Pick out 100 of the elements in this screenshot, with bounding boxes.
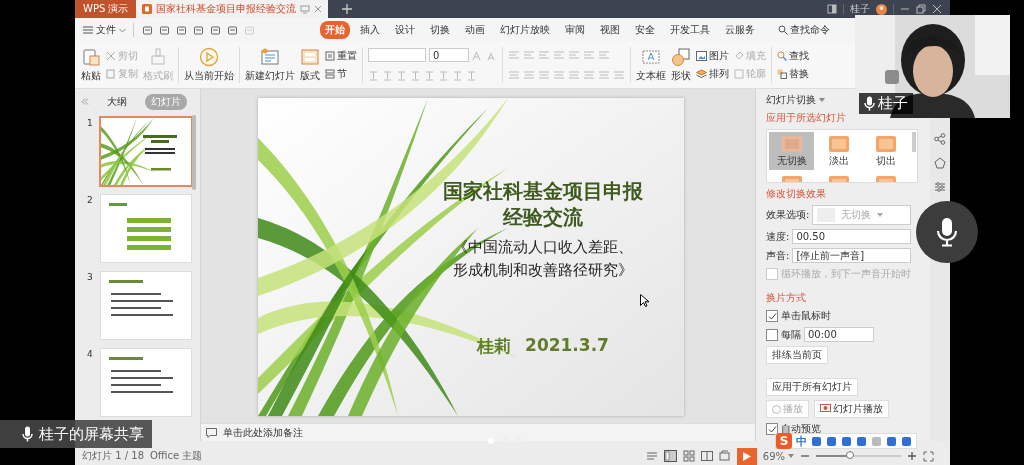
slider-thumb[interactable] bbox=[846, 451, 854, 459]
font-size-field[interactable]: 0 bbox=[429, 48, 469, 62]
replace-button[interactable]: 替换 bbox=[777, 67, 809, 81]
ribbon-tab[interactable]: 视图 bbox=[595, 21, 625, 39]
open-icon[interactable] bbox=[142, 24, 153, 36]
slideshow-button[interactable]: 幻灯片播放 bbox=[814, 400, 889, 418]
presenter-view-icon[interactable] bbox=[718, 450, 731, 462]
italic-icon[interactable] bbox=[382, 69, 393, 81]
grid-view-icon[interactable] bbox=[682, 450, 695, 462]
text-box-button[interactable]: 文本框 bbox=[636, 47, 666, 83]
notes-field[interactable]: 单击此处添加备注 bbox=[201, 423, 755, 441]
slide-thumbnail[interactable] bbox=[101, 272, 191, 339]
transition-option[interactable]: 无切换 bbox=[769, 132, 815, 170]
speed-field[interactable]: 00.50 bbox=[792, 229, 911, 244]
align-left-icon[interactable] bbox=[508, 69, 520, 81]
increase-indent-icon[interactable] bbox=[553, 49, 565, 61]
fit-window-icon[interactable] bbox=[923, 450, 934, 462]
strikethrough-icon[interactable] bbox=[410, 69, 421, 81]
undo-icon[interactable] bbox=[227, 24, 238, 36]
transition-option[interactable]: 淡出 bbox=[816, 132, 862, 170]
font-name-field[interactable] bbox=[368, 48, 426, 62]
slide-thumbnail[interactable] bbox=[101, 349, 191, 416]
ribbon-tab[interactable]: 切换 bbox=[425, 21, 455, 39]
collapse-icon[interactable] bbox=[81, 98, 89, 105]
avatar-icon[interactable] bbox=[876, 3, 887, 15]
panel-tab[interactable]: 大纲 bbox=[101, 93, 133, 110]
find-button[interactable]: 查找 bbox=[777, 49, 809, 63]
underline-icon[interactable] bbox=[396, 69, 407, 81]
close-icon[interactable] bbox=[314, 5, 323, 13]
line-spacing-icon[interactable] bbox=[568, 49, 580, 61]
superscript-icon[interactable] bbox=[438, 69, 449, 81]
section-button[interactable]: 节 bbox=[325, 67, 357, 81]
ribbon-tab[interactable]: 审阅 bbox=[560, 21, 590, 39]
slide-thumbnail[interactable] bbox=[101, 118, 191, 185]
arrange-button[interactable]: 排列 bbox=[696, 67, 729, 81]
ribbon-tab[interactable]: 安全 bbox=[630, 21, 660, 39]
list-icon[interactable] bbox=[613, 69, 625, 81]
share-icon[interactable] bbox=[934, 133, 946, 145]
align-icon[interactable] bbox=[598, 49, 610, 61]
checkbox[interactable] bbox=[766, 328, 778, 341]
subscript-icon[interactable] bbox=[452, 69, 463, 81]
print-icon[interactable] bbox=[193, 24, 204, 36]
play-from-current-button[interactable]: 从当前开始 bbox=[184, 47, 234, 83]
distribute-icon[interactable] bbox=[568, 69, 580, 81]
new-tab-icon[interactable] bbox=[342, 4, 353, 14]
interval-field[interactable]: 00:00 bbox=[804, 327, 874, 342]
language-mode-button[interactable]: 中 bbox=[796, 433, 807, 449]
rehearse-button[interactable]: 排练当前页 bbox=[766, 346, 828, 364]
ribbon-tab[interactable]: 动画 bbox=[460, 21, 490, 39]
text-direction-icon[interactable] bbox=[598, 69, 610, 81]
print-preview-icon[interactable] bbox=[210, 24, 221, 36]
grid-icon[interactable] bbox=[901, 435, 912, 447]
file-menu[interactable]: 文件 bbox=[83, 23, 126, 37]
notes-toggle-icon[interactable] bbox=[645, 451, 658, 461]
emoji-icon[interactable] bbox=[826, 435, 837, 447]
ribbon-tab[interactable]: 插入 bbox=[355, 21, 385, 39]
restore-icon[interactable] bbox=[916, 4, 926, 14]
ribbon-tab[interactable]: 开发工具 bbox=[665, 21, 715, 39]
ribbon-tab[interactable]: 设计 bbox=[390, 21, 420, 39]
zoom-dropdown[interactable]: 69% bbox=[762, 450, 794, 462]
slideshow-button[interactable] bbox=[736, 447, 757, 465]
save-icon[interactable] bbox=[159, 24, 170, 36]
punctuation-icon[interactable] bbox=[811, 435, 822, 447]
transition-option[interactable]: 切出 bbox=[863, 132, 909, 170]
picture-button[interactable]: 图片 bbox=[696, 49, 729, 63]
window-icon[interactable] bbox=[827, 4, 837, 14]
layout-button[interactable]: 版式 bbox=[300, 47, 320, 83]
decrease-indent-icon[interactable] bbox=[538, 49, 550, 61]
new-slide-button[interactable]: 新建幻灯片 bbox=[245, 47, 295, 83]
app-tab[interactable]: WPS 演示 bbox=[75, 0, 137, 18]
microphone-icon[interactable] bbox=[841, 435, 852, 447]
zoom-in-icon[interactable] bbox=[907, 451, 917, 461]
settings-icon[interactable] bbox=[934, 181, 946, 193]
slide-thumbnail[interactable] bbox=[101, 195, 191, 262]
reset-button[interactable]: 重置 bbox=[325, 49, 357, 63]
reading-view-icon[interactable] bbox=[700, 450, 713, 462]
paste-button[interactable]: 粘贴 bbox=[81, 47, 101, 83]
checkbox[interactable] bbox=[766, 310, 778, 322]
export-icon[interactable] bbox=[176, 24, 187, 36]
bullet-list-icon[interactable] bbox=[508, 49, 520, 61]
checkbox[interactable] bbox=[766, 423, 778, 435]
font-color-icon[interactable] bbox=[424, 69, 435, 81]
document-tab[interactable]: 国家社科基金项目申报经验交流 bbox=[136, 0, 329, 18]
grow-font-icon[interactable] bbox=[472, 49, 483, 61]
align-right-icon[interactable] bbox=[538, 69, 550, 81]
close-icon[interactable] bbox=[932, 4, 942, 14]
sound-dropdown[interactable]: [停止前一声音] bbox=[792, 248, 911, 263]
apply-all-button[interactable]: 应用于所有幻灯片 bbox=[766, 378, 858, 396]
paragraph-icon[interactable] bbox=[583, 49, 595, 61]
justify-icon[interactable] bbox=[553, 69, 565, 81]
command-search[interactable]: 查找命令 bbox=[778, 23, 830, 37]
align-center-icon[interactable] bbox=[523, 69, 535, 81]
panel-title[interactable]: 幻灯片切换 bbox=[766, 93, 825, 107]
numbered-list-icon[interactable] bbox=[523, 49, 535, 61]
normal-view-icon[interactable] bbox=[663, 450, 677, 462]
ribbon-tab[interactable]: 幻灯片放映 bbox=[495, 21, 555, 39]
shirt-icon[interactable] bbox=[886, 435, 897, 447]
bold-icon[interactable] bbox=[368, 69, 379, 81]
shape-icon[interactable] bbox=[934, 157, 946, 169]
ribbon-tab[interactable]: 云服务 bbox=[720, 21, 760, 39]
